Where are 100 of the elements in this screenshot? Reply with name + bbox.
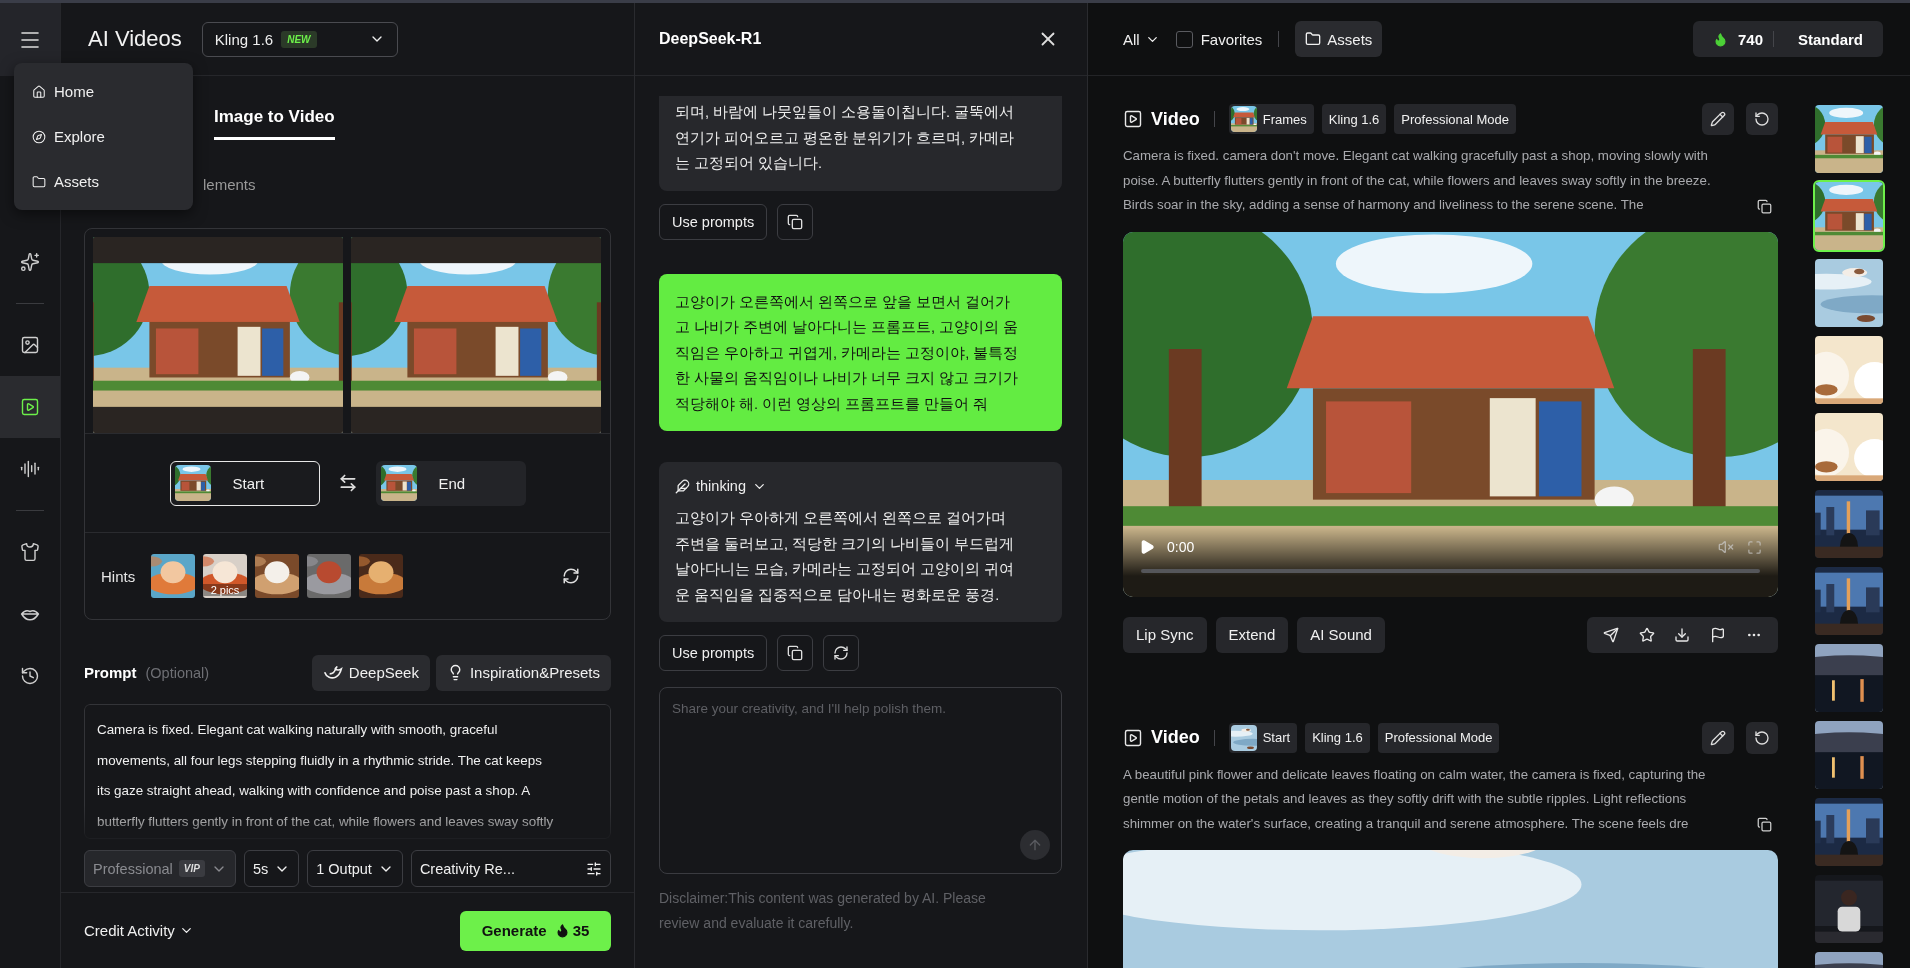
retry-button[interactable]	[1746, 721, 1778, 754]
hint-thumbnail[interactable]	[359, 554, 403, 598]
copy-icon	[787, 213, 804, 230]
option-select[interactable]: 1 Output	[307, 850, 403, 887]
whale-icon	[322, 664, 343, 681]
regenerate-button[interactable]	[823, 635, 860, 671]
history-thumbnail[interactable]	[1813, 565, 1885, 637]
history-thumbnail[interactable]	[1813, 257, 1885, 329]
message-text: 고양이가 우아하게 오른쪽에서 왼쪽으로 걸어가며 주변을 둘러보고, 적당한 크기의 나비들이 부드럽게 날아다니는 모습, 카메라는 고정되어 고양이의 귀여 운 움직임을 집중적으로 담아내는 평화로운 풍경.	[675, 509, 1016, 605]
sparkles-icon	[20, 252, 40, 272]
card-title: Video	[1151, 727, 1200, 748]
prompt-text: A beautiful pink flower and delicate leaves floating on calm water, the camera is fixed, capturing the gentle motion of the petals and leaves as they softly drift with the subtle ripples. Light reflections shimmer on the water's surface, creating a tranquil and serene atmosphere. The scene feels dre	[1123, 765, 1706, 833]
filter-dropdown[interactable]: All	[1123, 30, 1160, 48]
star-icon[interactable]	[1638, 626, 1655, 643]
flame-icon	[1713, 31, 1728, 47]
edit-button[interactable]	[1702, 721, 1734, 754]
action-button[interactable]: AI Sound	[1297, 616, 1385, 653]
flame-icon	[554, 923, 570, 938]
history-thumbnail[interactable]	[1813, 180, 1885, 252]
history-thumbnail[interactable]	[1813, 334, 1885, 406]
tab[interactable]: Image to Video	[214, 107, 335, 140]
frame-button[interactable]: Start	[169, 460, 320, 506]
tag: Kling 1.6	[1305, 722, 1370, 753]
hint-thumbnail[interactable]	[255, 554, 299, 598]
thinking-toggle[interactable]: thinking	[675, 478, 767, 494]
progress-track[interactable]	[1141, 568, 1760, 573]
panel-title: DeepSeek-R1	[659, 30, 762, 48]
menu-item[interactable]: Home	[14, 69, 193, 114]
shirt-icon	[20, 542, 40, 562]
hint-thumbnail[interactable]	[307, 554, 351, 598]
history-thumbnail[interactable]	[1813, 642, 1885, 714]
history-thumbnail[interactable]	[1813, 719, 1885, 791]
refresh-icon	[562, 567, 580, 585]
home-icon	[32, 84, 46, 99]
assets-button[interactable]: Assets	[1295, 21, 1383, 57]
prompt-text: Camera is fixed. camera don't move. Elegant cat walking gracefully past a shop, moving slowly with poise. A butterfly flutters gently in front of the cat, while flowers and leaves sway softly in the breeze. Birds soar in the sky, adding a sense of harmony and liveliness to the serene scene. The	[1123, 147, 1711, 214]
hints-label: Hints	[101, 567, 137, 585]
copy-button[interactable]	[777, 203, 814, 240]
video-icon	[1123, 727, 1143, 748]
compass-icon	[32, 129, 46, 144]
send-icon[interactable]	[1602, 626, 1619, 643]
frame-button[interactable]: End	[375, 460, 526, 506]
retry-button[interactable]	[1746, 103, 1778, 135]
folder-icon	[32, 174, 46, 189]
credits-count: 740	[1738, 30, 1764, 48]
menu-item[interactable]: Explore	[14, 114, 193, 159]
tag: Kling 1.6	[1321, 104, 1387, 134]
copy-icon[interactable]	[1757, 198, 1772, 214]
video-nav-button[interactable]	[0, 376, 60, 438]
disclaimer-text: Disclaimer:This content was generated by AI. Please review and evaluate it carefully.	[659, 889, 987, 933]
history-thumbnail[interactable]	[1813, 103, 1885, 175]
play-icon[interactable]	[1139, 538, 1155, 555]
copy-icon	[787, 645, 804, 661]
tool-button[interactable]: DeepSeek	[311, 654, 430, 691]
hint-thumbnail[interactable]	[151, 554, 195, 598]
action-button[interactable]: Extend	[1215, 616, 1289, 653]
fullscreen-icon[interactable]	[1747, 539, 1762, 555]
refresh-icon	[833, 645, 850, 661]
favorites-label: Favorites	[1200, 30, 1263, 48]
history-thumbnail[interactable]	[1813, 411, 1885, 483]
history-icon	[20, 666, 40, 686]
new-badge: NEW	[281, 30, 317, 48]
menu-item[interactable]: Assets	[14, 159, 193, 204]
message-text: 되며, 바람에 나뭇잎들이 소용돌이칩니다. 굴뚝에서 연기가 피어오르고 평온한 분위기가 흐르며, 카메라 는 고정되어 있습니다.	[675, 103, 1016, 173]
undo-icon	[1754, 111, 1770, 127]
tool-button[interactable]: Inspiration&Presets	[435, 654, 611, 691]
copy-icon[interactable]	[1757, 817, 1772, 832]
tab-label[interactable]: lements	[203, 175, 256, 193]
hint-thumbnail[interactable]: 2 pics	[203, 554, 247, 598]
prompt-field[interactable]: Camera is fixed. Elegant cat walking naturally with smooth, graceful movements, all four legs stepping fluidly in a rhythmic stride. The cat keeps its gaze straight ahead, walking with confidence and poise past a shop. A butterfly flutters gently in front of the cat, while flowers and leaves sway softly	[84, 704, 611, 839]
tag: Professional Mode	[1394, 104, 1516, 134]
favorites-checkbox[interactable]	[1175, 30, 1193, 48]
undo-icon	[1754, 729, 1770, 746]
use-prompts-button[interactable]: Use prompts	[659, 203, 768, 240]
pencil-icon	[1710, 111, 1726, 127]
action-button[interactable]: Lip Sync	[1123, 616, 1207, 653]
tag-label: Frames	[1262, 111, 1307, 127]
generate-button[interactable]: Generate 35	[460, 910, 611, 951]
plan-label[interactable]: Standard	[1798, 30, 1863, 48]
tag: Professional Mode	[1377, 722, 1500, 753]
use-prompts-button[interactable]: Use prompts	[659, 635, 768, 671]
chat-input[interactable]: Share your creativity, and I'll help polish them.	[659, 687, 1062, 874]
flag-icon[interactable]	[1710, 626, 1727, 643]
message-text: 고양이가 오른쪽에서 왼쪽으로 앞을 보면서 걸어가 고 나비가 주변에 날아다니는 프롬프트, 고양이의 움 직임은 우아하고 귀엽게, 카메라는 고정이야, 불특정 한 사물의 움직임이나 나비가 너무 크지 않고 크기가 적당해야 해. 이런 영상의 프롬프트를 만들어 줘	[675, 292, 1020, 414]
copy-button[interactable]	[777, 635, 814, 671]
count-label: 2 pics	[203, 584, 247, 596]
card-title: Video	[1151, 108, 1200, 130]
history-thumbnail[interactable]	[1813, 873, 1885, 945]
option-select[interactable]: 5s	[243, 850, 300, 887]
download-icon[interactable]	[1674, 626, 1691, 643]
feather-icon	[675, 478, 690, 494]
history-thumbnail[interactable]	[1813, 796, 1885, 868]
history-thumbnail[interactable]	[1813, 488, 1885, 560]
option-select[interactable]: Creativity Re...	[410, 850, 611, 887]
mute-icon[interactable]	[1718, 538, 1734, 555]
video-icon	[20, 397, 40, 417]
vip-badge: VIP	[178, 860, 205, 877]
edit-button[interactable]	[1702, 103, 1734, 135]
credit-activity-button[interactable]: Credit Activity	[84, 922, 194, 939]
model-select[interactable]: Kling 1.6 NEW	[201, 21, 398, 57]
